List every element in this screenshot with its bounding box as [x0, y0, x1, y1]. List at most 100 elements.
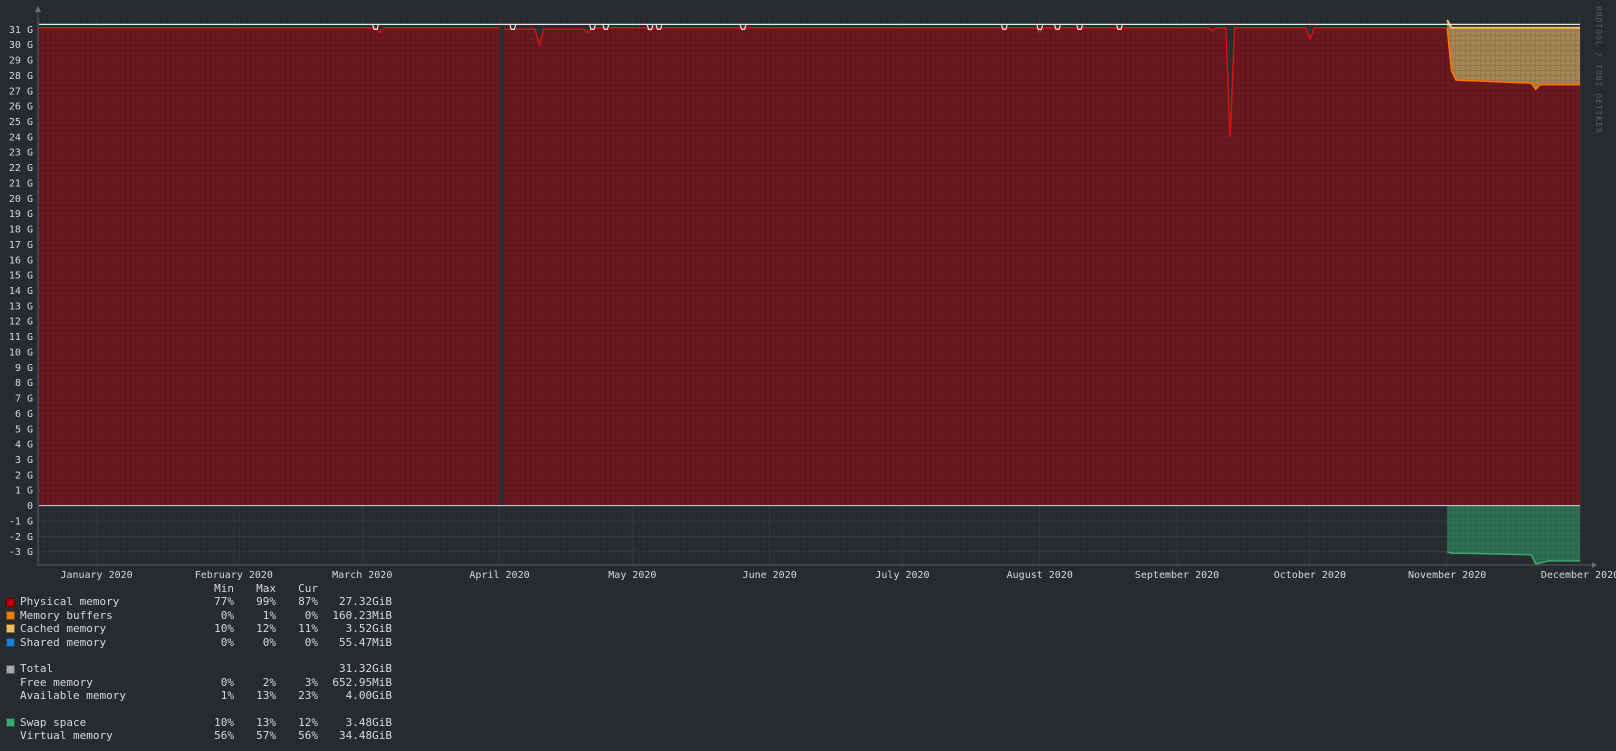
cached-memory-area-grid	[1447, 20, 1580, 90]
legend-value: 652.95MiB	[332, 675, 392, 689]
x-tick-label: April 2020	[469, 570, 529, 581]
x-tick-label: January 2020	[60, 570, 132, 581]
y-tick-label: 0	[27, 501, 33, 512]
y-tick-label: -1 G	[9, 516, 33, 527]
legend-row: Available memory 1% 13% 23% 4.00GiB	[6, 689, 392, 702]
legend-value: 3.52GiB	[345, 622, 392, 636]
x-tick-label: June 2020	[743, 570, 797, 581]
legend-max: 2%	[262, 675, 276, 689]
y-tick-label: 7 G	[15, 394, 33, 405]
legend-name: Swap space	[20, 715, 87, 729]
legend-row: Shared memory 0% 0% 0% 55.47MiB	[6, 636, 392, 649]
legend-row: Swap space 10% 13% 12% 3.48GiB	[6, 716, 392, 729]
legend-min: 56%	[214, 729, 234, 743]
x-axis-arrow	[1592, 562, 1597, 568]
legend-swatch	[6, 624, 15, 634]
legend-name: Memory buffers	[20, 608, 113, 622]
legend-row: Total 31.32GiB	[6, 662, 392, 675]
x-tick-label: March 2020	[332, 570, 392, 581]
legend-cur: 11%	[298, 622, 318, 636]
y-tick-label: 17 G	[9, 240, 33, 251]
legend-swatch	[6, 678, 15, 687]
legend-value: 4.00GiB	[345, 689, 392, 703]
y-tick-label: 16 G	[9, 255, 33, 266]
legend-value: 160.23MiB	[332, 608, 392, 622]
legend-name: Free memory	[20, 675, 93, 689]
y-tick-label: 31 G	[9, 25, 33, 36]
legend-cur: 12%	[298, 715, 318, 729]
y-tick-label: 6 G	[15, 409, 33, 420]
y-tick-label: 13 G	[9, 301, 33, 312]
y-tick-label: 19 G	[9, 209, 33, 220]
legend-swatch	[6, 597, 15, 607]
legend-rows: Physical memory 77% 99% 87% 27.32GiB Memory b…	[6, 595, 392, 742]
y-tick-label: 10 G	[9, 347, 33, 358]
legend-header-max: Max	[256, 582, 276, 595]
missing-data-gap	[499, 17, 504, 506]
legend-row: Memory buffers 0% 1% 0% 160.23MiB	[6, 609, 392, 622]
memory-chart-svg: 31 G 30 G 29 G 28 G 27 G 26 G 25 G 24 G 23 G 22 G…	[9, 6, 1616, 581]
y-tick-label: 23 G	[9, 148, 33, 159]
y-tick-label: 30 G	[9, 40, 33, 51]
y-tick-label: 11 G	[9, 332, 33, 343]
y-tick-label: 4 G	[15, 440, 33, 451]
memory-chart: 31 G 30 G 29 G 28 G 27 G 26 G 25 G 24 G 23 G 22 G…	[0, 0, 1616, 585]
legend-name: Shared memory	[20, 635, 107, 649]
x-tick-label: July 2020	[875, 570, 929, 581]
legend-value: 34.48GiB	[339, 729, 392, 743]
y-tick-label: 12 G	[9, 317, 33, 328]
legend-name: Physical memory	[20, 595, 120, 609]
legend-row: Physical memory 77% 99% 87% 27.32GiB	[6, 595, 392, 608]
legend-min: 77%	[214, 595, 234, 609]
legend-max: 99%	[256, 595, 276, 609]
y-tick-label: 15 G	[9, 271, 33, 282]
legend-row: Cached memory 10% 12% 11% 3.52GiB	[6, 622, 392, 635]
legend-header-min: Min	[214, 582, 234, 595]
legend-min: 10%	[214, 715, 234, 729]
x-tick-label: October 2020	[1274, 570, 1346, 581]
legend-max: 1%	[262, 608, 276, 622]
y-tick-label: 3 G	[15, 455, 33, 466]
legend-swatch	[6, 664, 15, 674]
y-tick-label: 18 G	[9, 225, 33, 236]
legend-swatch	[6, 718, 15, 728]
legend-max: 12%	[256, 622, 276, 636]
legend-cur: 87%	[298, 595, 318, 609]
legend-cur: 3%	[304, 675, 318, 689]
legend-min: 1%	[220, 689, 234, 703]
legend-swatch	[6, 637, 15, 647]
y-tick-label: -3 G	[9, 547, 33, 558]
legend-swatch	[6, 731, 15, 740]
y-tick-label: 24 G	[9, 132, 33, 143]
y-tick-label: 5 G	[15, 424, 33, 435]
legend-cur: 23%	[298, 689, 318, 703]
legend-spacer	[6, 703, 392, 716]
legend-value: 55.47MiB	[339, 635, 392, 649]
legend-name: Cached memory	[20, 622, 107, 636]
y-tick-label: 20 G	[9, 194, 33, 205]
legend-min: 0%	[220, 635, 234, 649]
legend-header-cur: Cur	[298, 582, 318, 595]
x-tick-label: December 2020	[1541, 570, 1616, 581]
legend-cur: 0%	[304, 608, 318, 622]
legend-name: Available memory	[20, 689, 126, 703]
y-tick-label: 26 G	[9, 102, 33, 113]
legend-header: Min Max Cur	[6, 582, 392, 595]
x-tick-label: February 2020	[195, 570, 273, 581]
legend-row: Free memory 0% 2% 3% 652.95MiB	[6, 676, 392, 689]
y-tick-label: 21 G	[9, 178, 33, 189]
legend-cur: 0%	[304, 635, 318, 649]
legend-row: Virtual memory 56% 57% 56% 34.48GiB	[6, 729, 392, 742]
y-tick-label: 28 G	[9, 71, 33, 82]
legend-cur: 56%	[298, 729, 318, 743]
legend-swatch	[6, 691, 15, 700]
y-tick-label: 9 G	[15, 363, 33, 374]
legend-max: 13%	[256, 689, 276, 703]
y-tick-label: 8 G	[15, 378, 33, 389]
x-tick-label: September 2020	[1135, 570, 1219, 581]
x-tick-label: November 2020	[1408, 570, 1486, 581]
y-tick-label: 27 G	[9, 86, 33, 97]
legend-value: 3.48GiB	[345, 715, 392, 729]
legend: Min Max Cur Physical memory 77% 99% 87% 27.3…	[6, 582, 392, 743]
y-tick-label: -2 G	[9, 532, 33, 543]
